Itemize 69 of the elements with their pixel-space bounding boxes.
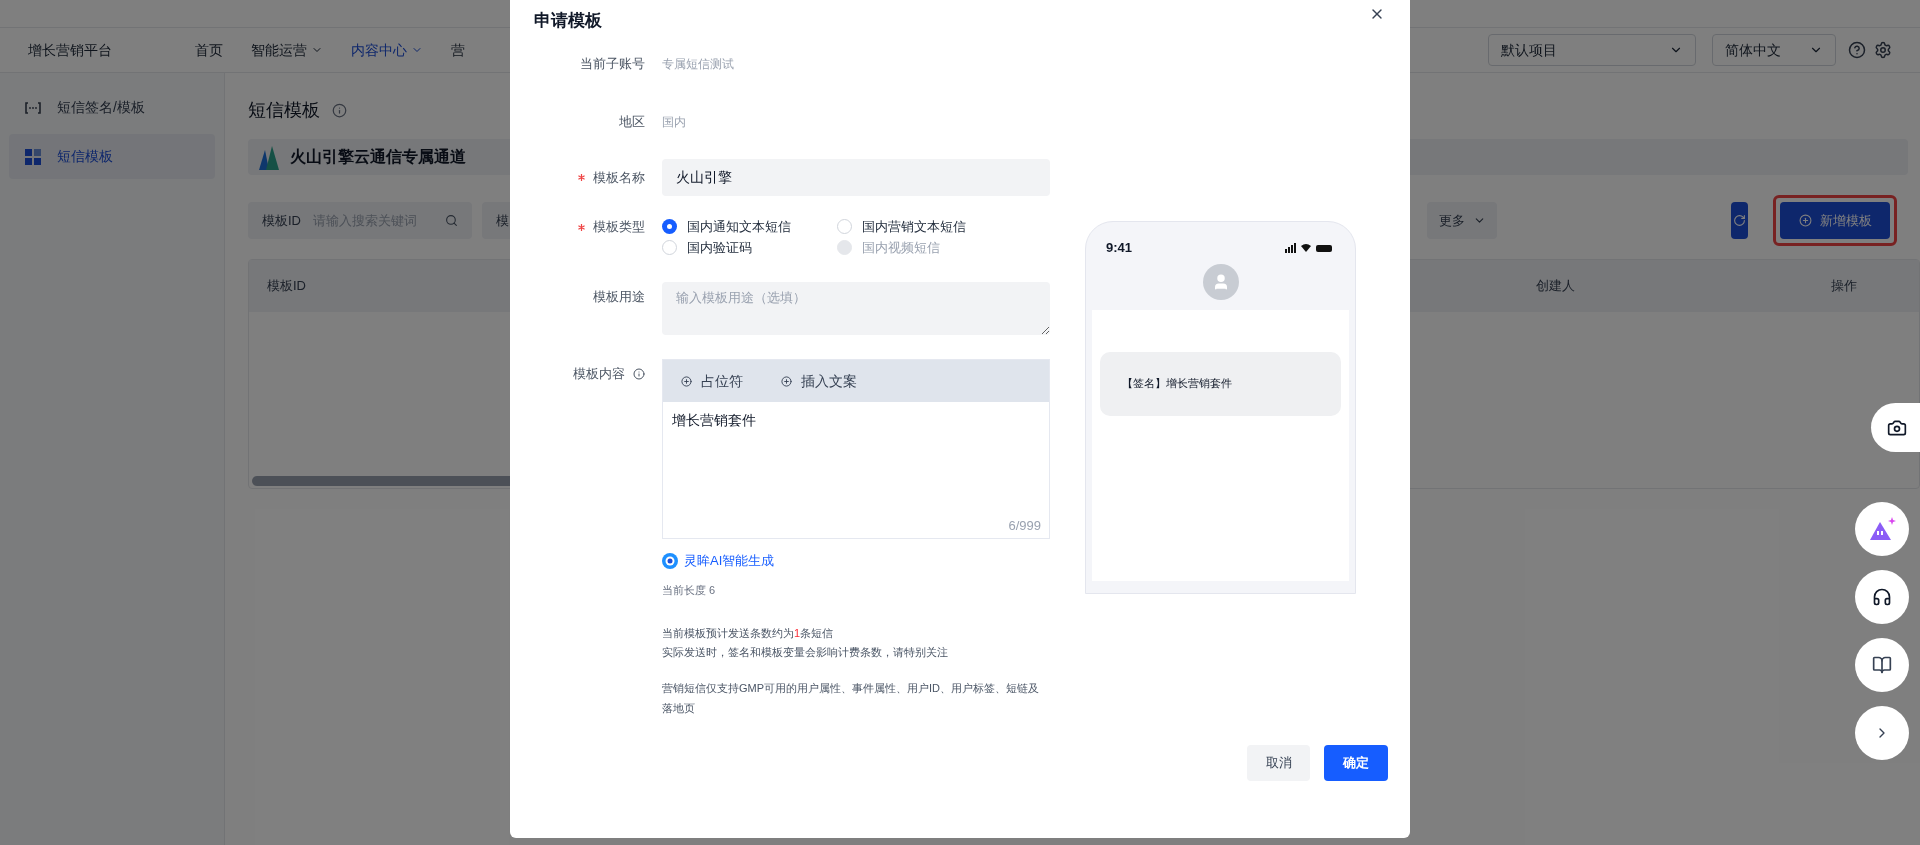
brackets-icon bbox=[25, 101, 41, 114]
char-counter: 6/999 bbox=[1008, 516, 1042, 535]
region-value: 国内 bbox=[662, 114, 686, 131]
field-label: 模板用途 bbox=[593, 288, 645, 307]
screenshot-tab[interactable] bbox=[1871, 403, 1920, 452]
confirm-button[interactable]: 确定 bbox=[1324, 745, 1388, 781]
field-label: 地区 bbox=[619, 113, 645, 132]
note-text: 实际发送时，签名和模板变量会影响计费条数，请特别关注 bbox=[662, 645, 949, 660]
docs-button[interactable] bbox=[1855, 638, 1909, 692]
plus-icon bbox=[1798, 214, 1812, 227]
column-header: 模板ID bbox=[267, 277, 306, 296]
note-text: 营销短信仅支持GMP可用的用户属性、事件属性、用户ID、用户标签、短链及落地页 bbox=[662, 681, 1041, 716]
nav-tab[interactable]: 首页 bbox=[195, 39, 223, 61]
help-icon[interactable] bbox=[1848, 41, 1866, 59]
grid-icon bbox=[25, 148, 41, 165]
sidebar-item[interactable]: 短信模板 bbox=[9, 134, 215, 179]
radio-option[interactable]: 国内验证码 bbox=[662, 237, 817, 258]
field-label: 当前子账号 bbox=[580, 55, 645, 74]
settings-icon[interactable] bbox=[1874, 41, 1892, 59]
column-header: 操作 bbox=[1831, 277, 1857, 296]
expand-button[interactable] bbox=[1855, 706, 1909, 760]
add-template-button[interactable]: 新增模板 bbox=[1780, 202, 1890, 239]
nav-tab[interactable]: 营 bbox=[451, 39, 465, 61]
status-time: 9:41 bbox=[1106, 239, 1133, 257]
info-icon bbox=[633, 368, 645, 380]
template-purpose-field[interactable]: 输入模板用途（选填） bbox=[662, 282, 1050, 335]
nav-tab[interactable]: 内容中心 bbox=[351, 39, 423, 61]
field-label: 模板内容 bbox=[573, 365, 625, 384]
plus-icon bbox=[781, 375, 792, 387]
filter-label: 模板ID bbox=[262, 211, 301, 230]
sidebar-item[interactable]: 短信签名/模板 bbox=[9, 85, 215, 130]
message-bubble: 【签名】增长营销套件 bbox=[1100, 351, 1341, 416]
more-dropdown[interactable]: 更多 bbox=[1427, 202, 1497, 239]
language-select[interactable]: 简体中文 bbox=[1712, 34, 1836, 66]
column-header: 创建人 bbox=[1536, 277, 1575, 296]
avatar-icon bbox=[1202, 263, 1239, 300]
support-button[interactable] bbox=[1855, 570, 1909, 624]
insert-tool-button[interactable]: 占位符 bbox=[681, 370, 743, 392]
field-label: 模板类型 bbox=[593, 218, 645, 237]
ai-logo-icon bbox=[662, 552, 678, 569]
refresh-button[interactable] bbox=[1731, 202, 1748, 239]
cancel-button[interactable]: 取消 bbox=[1247, 745, 1310, 781]
status-icons-drawing bbox=[1285, 242, 1335, 253]
refresh-icon bbox=[1732, 214, 1746, 227]
mountain-sparkle-icon bbox=[1867, 516, 1897, 542]
plus-icon bbox=[681, 375, 692, 387]
insert-tool-button[interactable]: 插入文案 bbox=[781, 370, 857, 392]
project-select[interactable]: 默认项目 bbox=[1488, 34, 1696, 66]
platform-name: 增长营销平台 bbox=[28, 40, 113, 60]
length-text: 当前长度 6 bbox=[662, 582, 717, 598]
radio-option[interactable]: 国内通知文本短信 bbox=[662, 216, 817, 237]
channel-name: 火山引擎云通信专属通道 bbox=[290, 147, 466, 167]
content-editor[interactable]: 占位符 插入文案 增长营销套件 6/999 bbox=[662, 359, 1050, 539]
content-text: 增长营销套件 bbox=[671, 411, 757, 430]
dialog-title: 申请模板 bbox=[534, 10, 602, 33]
field-label: 模板名称 bbox=[593, 168, 645, 187]
estimate-text: 当前模板预计发送条数约为1条短信 bbox=[662, 626, 835, 641]
account-value: 专属短信测试 bbox=[662, 56, 734, 73]
info-icon bbox=[332, 102, 347, 118]
radio-option[interactable]: 国内营销文本短信 bbox=[837, 216, 992, 237]
headset-icon bbox=[1872, 587, 1892, 607]
filter-label: 模 bbox=[496, 211, 509, 230]
ai-assistant-button[interactable] bbox=[1855, 502, 1909, 556]
search-icon bbox=[445, 214, 458, 227]
ai-generate-link[interactable]: 灵眸AI智能生成 bbox=[662, 551, 1070, 571]
nav-tab[interactable]: 智能运营 bbox=[251, 39, 323, 61]
page-title: 短信模板 bbox=[248, 98, 320, 122]
template-name-field[interactable]: 火山引擎 bbox=[662, 159, 1050, 196]
book-icon bbox=[1872, 655, 1892, 675]
